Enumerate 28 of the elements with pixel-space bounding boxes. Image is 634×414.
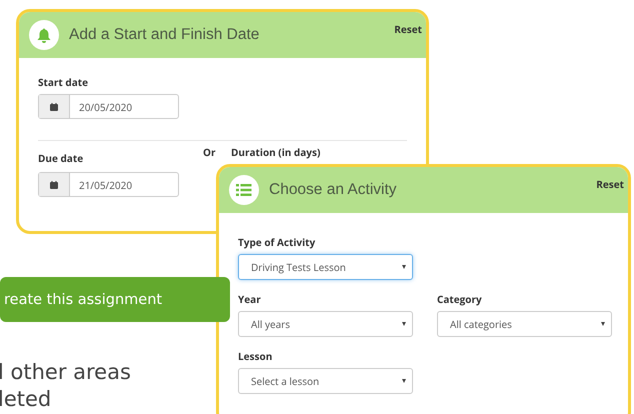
calendar-icon	[50, 180, 58, 188]
field-label: Due date	[38, 151, 84, 165]
field-label: Lesson	[238, 349, 274, 363]
field-label: Type of Activity	[238, 235, 316, 249]
dropdown[interactable]: Select a lesson	[238, 368, 413, 394]
caret-icon	[402, 265, 406, 269]
card-title: Choose an Activity	[269, 181, 398, 199]
card-title: Add a Start and Finish Date	[69, 26, 260, 44]
caret-icon	[402, 379, 406, 383]
calendar-icon	[50, 102, 58, 110]
date-field[interactable]: 21/05/2020	[38, 172, 179, 197]
caret-icon	[402, 322, 406, 326]
bell-icon	[37, 28, 51, 42]
reset-link[interactable]: Reset	[596, 177, 624, 191]
field-label: Duration (in days)	[231, 145, 320, 159]
date-field[interactable]: 20/05/2020	[38, 94, 179, 119]
reset-link[interactable]: Reset	[394, 22, 422, 36]
body-text: leted	[0, 387, 52, 411]
caret-icon	[601, 322, 605, 326]
field-label: Start date	[38, 75, 89, 89]
list-icon	[236, 184, 252, 196]
dropdown[interactable]: All years	[238, 311, 413, 337]
dropdown[interactable]: All categories	[437, 311, 612, 337]
or-label: Or	[203, 145, 216, 159]
field-label: Category	[437, 292, 483, 306]
dropdown[interactable]: Driving Tests Lesson	[238, 254, 413, 280]
body-text: l other areas	[0, 360, 131, 384]
field-label: Year	[238, 292, 262, 306]
